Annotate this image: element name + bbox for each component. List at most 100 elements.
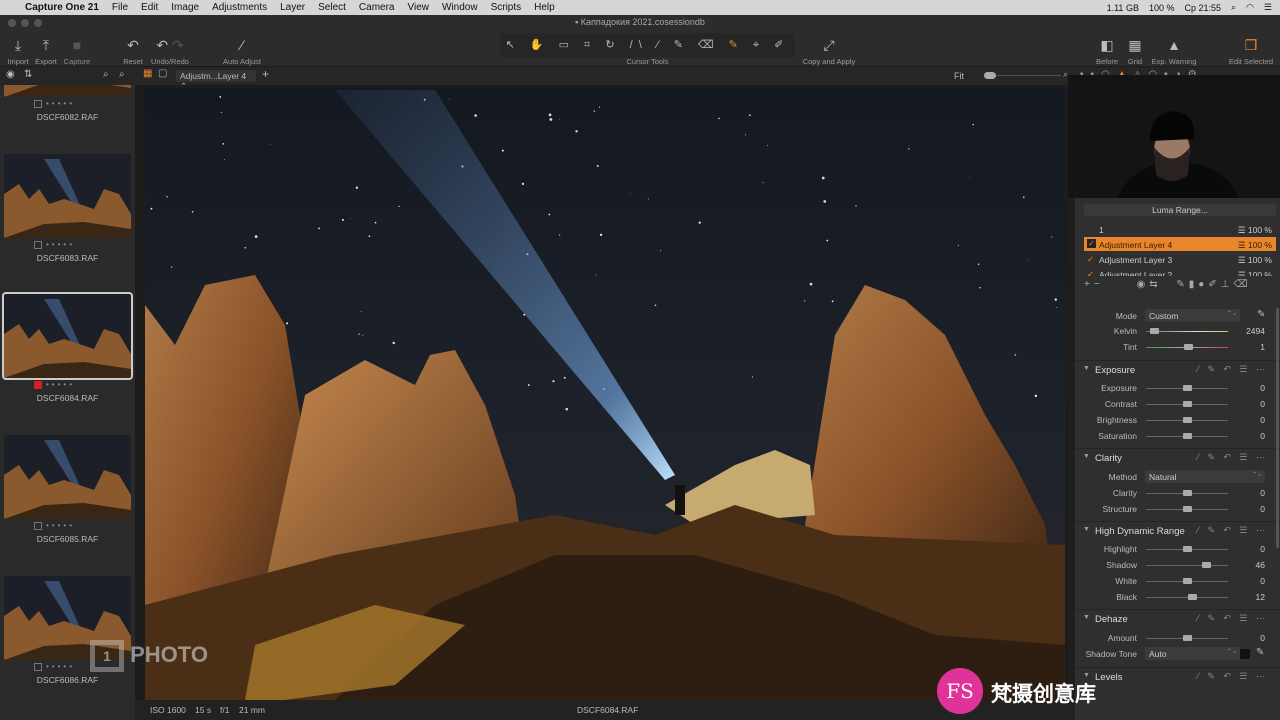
memory-readout[interactable]: 1.11 GB — [1107, 3, 1139, 13]
exposure-slider[interactable] — [1146, 385, 1228, 391]
menu-help[interactable]: Help — [534, 2, 555, 13]
panel-scrollbar[interactable] — [1276, 308, 1279, 548]
menu-edit[interactable]: Edit — [141, 2, 158, 13]
linear-gradient-icon[interactable]: ▮ — [1189, 279, 1199, 290]
zoom-fit[interactable]: Fit — [954, 71, 964, 81]
white-slider[interactable] — [1146, 578, 1228, 584]
tool-actions[interactable]: ⁄ ✎ ↶ ☰ ⋯ — [1197, 671, 1268, 682]
add-layer-icon[interactable]: + — [262, 67, 269, 81]
exposure-header[interactable]: ▼ Exposure ⁄ ✎ ↶ ☰ ⋯ — [1075, 360, 1280, 378]
zoom-slider[interactable] — [970, 70, 1066, 82]
chevron-down-icon[interactable]: ▼ — [1083, 526, 1090, 533]
tint-value[interactable]: 1 — [1225, 342, 1265, 352]
layer-opacity[interactable]: ☰ 100 % — [1238, 270, 1272, 276]
thumbnail[interactable] — [4, 154, 131, 238]
wifi-icon[interactable]: ◠ — [1246, 2, 1254, 13]
shadow-value[interactable]: 46 — [1225, 560, 1265, 570]
hdr-header[interactable]: ▼ High Dynamic Range ⁄ ✎ ↶ ☰ ⋯ — [1075, 521, 1280, 539]
auto-adjust-button[interactable]: ⁄ Auto Adjust — [218, 33, 266, 66]
clarity-header[interactable]: ▼ Clarity ⁄ ✎ ↶ ☰ ⋯ — [1075, 448, 1280, 466]
mask-options-icon[interactable]: ⇆ — [1149, 279, 1161, 290]
tool-actions[interactable]: ⁄ ✎ ↶ ☰ ⋯ — [1197, 364, 1268, 375]
layer-checkbox[interactable]: ✓ — [1087, 239, 1096, 248]
mode-select[interactable]: Custom — [1145, 309, 1240, 322]
reset-button[interactable]: ↶ Reset — [120, 33, 146, 66]
import-button[interactable]: ⤓ Import — [5, 33, 31, 66]
search-icon[interactable]: ⌕ — [1231, 2, 1236, 13]
brush-icon[interactable]: ✎ — [1176, 279, 1188, 290]
layer-row[interactable]: ✓ Adjustment Layer 2 ☰ 100 % — [1084, 267, 1276, 276]
brightness-slider[interactable] — [1146, 417, 1228, 423]
layer-opacity[interactable]: ☰ 100 % — [1238, 240, 1272, 251]
add-layer-icon[interactable]: + — [1084, 279, 1094, 290]
color-tag[interactable] — [34, 99, 42, 108]
menu-layer[interactable]: Layer — [280, 2, 305, 13]
layer-opacity[interactable]: ☰ 100 % — [1238, 225, 1272, 236]
grid-button[interactable]: ▦ Grid — [1124, 33, 1146, 66]
thumbnail[interactable] — [2, 292, 133, 380]
view-mask-icon[interactable]: ◉ — [1136, 279, 1149, 290]
layer-row[interactable]: 1 ☰ 100 % — [1084, 222, 1276, 236]
contrast-value[interactable]: 0 — [1225, 399, 1265, 409]
exposure-value[interactable]: 0 — [1225, 383, 1265, 393]
kelvin-value[interactable]: 2494 — [1225, 326, 1265, 336]
thumbnail-rating[interactable]: ••••• — [34, 99, 75, 108]
single-view-icon[interactable]: ▢ — [158, 68, 167, 79]
sort-icon[interactable]: ⇅ — [24, 69, 32, 80]
grid-view-icon[interactable]: ▦ — [143, 68, 152, 79]
chevron-down-icon[interactable]: ▼ — [1083, 453, 1090, 460]
highlight-handle[interactable] — [1183, 546, 1192, 552]
before-button[interactable]: ◧ Before — [1093, 33, 1121, 66]
thumbnail-rating[interactable]: ••••• — [34, 662, 75, 671]
picker-icon[interactable]: ✎ — [1257, 309, 1265, 320]
structure-value[interactable]: 0 — [1225, 504, 1265, 514]
chevron-down-icon[interactable]: ▼ — [1083, 614, 1090, 621]
thumbnail-rating[interactable]: ••••• — [34, 521, 75, 530]
dehaze-header[interactable]: ▼ Dehaze ⁄ ✎ ↶ ☰ ⋯ — [1075, 609, 1280, 627]
menu-camera[interactable]: Camera — [359, 2, 395, 13]
layer-checkbox[interactable]: ✓ — [1087, 269, 1094, 276]
highlight-slider[interactable] — [1146, 546, 1228, 552]
layer-opacity[interactable]: ☰ 100 % — [1238, 255, 1272, 266]
amount-slider[interactable] — [1146, 635, 1228, 641]
battery-readout[interactable]: 100 % — [1149, 3, 1175, 13]
layer-select[interactable]: Adjustm...Layer 4 ⌃ — [176, 70, 256, 91]
kelvin-handle[interactable] — [1150, 328, 1160, 334]
radial-gradient-icon[interactable]: ● — [1198, 279, 1208, 290]
cursor-tool-icons[interactable]: ↖ ✋ ▭ ⌗ ↻ /\ ⁄ ✎ ⌫ ✎ ⌖ ✐ — [500, 33, 795, 57]
tool-actions[interactable]: ⁄ ✎ ↶ ☰ ⋯ — [1197, 613, 1268, 624]
black-value[interactable]: 12 — [1225, 592, 1265, 602]
structure-handle[interactable] — [1183, 506, 1192, 512]
capture-button[interactable]: ■ Capture — [62, 33, 92, 66]
search-icon[interactable]: ⌕ — [103, 69, 109, 80]
remove-layer-icon[interactable]: − — [1094, 279, 1104, 290]
layer-row[interactable]: ✓ Adjustment Layer 4 ☰ 100 % — [1084, 237, 1276, 251]
thumbnail-rating[interactable]: ••••• — [34, 380, 75, 389]
kelvin-slider[interactable] — [1146, 328, 1228, 334]
thumbnail[interactable] — [4, 85, 131, 97]
tool-actions[interactable]: ⁄ ✎ ↶ ☰ ⋯ — [1197, 525, 1268, 536]
tint-handle[interactable] — [1183, 344, 1193, 350]
shadow-handle[interactable] — [1201, 562, 1211, 568]
exposure-handle[interactable] — [1183, 385, 1192, 391]
brightness-handle[interactable] — [1183, 417, 1192, 423]
tint-slider[interactable] — [1146, 344, 1228, 350]
saturation-handle[interactable] — [1183, 433, 1192, 439]
black-slider[interactable] — [1146, 594, 1228, 600]
chevron-down-icon[interactable]: ▼ — [1083, 365, 1090, 372]
saturation-slider[interactable] — [1146, 433, 1228, 439]
black-handle[interactable] — [1187, 594, 1197, 600]
menu-view[interactable]: View — [408, 2, 430, 13]
menu-window[interactable]: Window — [442, 2, 478, 13]
menu-select[interactable]: Select — [318, 2, 346, 13]
layer-checkbox[interactable]: ✓ — [1087, 254, 1094, 265]
color-tag[interactable] — [34, 240, 42, 249]
color-tag[interactable] — [34, 521, 42, 530]
menu-adjustments[interactable]: Adjustments — [212, 2, 267, 13]
luma-range-button[interactable]: Luma Range... — [1084, 204, 1276, 216]
tool-actions[interactable]: ⁄ ✎ ↶ ☰ ⋯ — [1197, 452, 1268, 463]
amount-value[interactable]: 0 — [1225, 633, 1265, 643]
menu-scripts[interactable]: Scripts — [491, 2, 522, 13]
color-swatch[interactable] — [1240, 649, 1250, 659]
contrast-slider[interactable] — [1146, 401, 1228, 407]
